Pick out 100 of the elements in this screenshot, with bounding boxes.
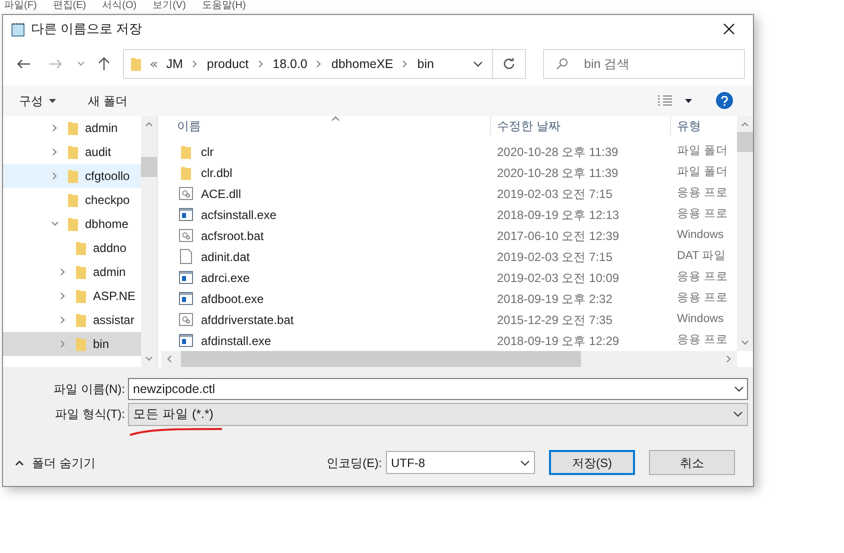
folder-icon	[75, 312, 87, 328]
folder-tree-item[interactable]: ASP.NE	[3, 284, 142, 308]
folder-tree-item[interactable]: admin	[3, 260, 142, 284]
view-options-button[interactable]	[657, 94, 692, 106]
breadcrumb[interactable]: product	[206, 54, 249, 74]
file-row[interactable]: afddriverstate.bat 2015-12-29 오전 7:35 Windows	[161, 309, 737, 330]
field-label: 파일 형식(T):	[54, 406, 126, 423]
chevron-right-icon	[315, 60, 324, 68]
file-name: afddriverstate.bat	[201, 312, 294, 328]
modified-date: 2018-09-19 오후 12:29	[496, 332, 620, 350]
folder-tree-item[interactable]: bin	[3, 332, 142, 356]
folder-name: checkpo	[85, 192, 130, 209]
scroll-up-icon	[145, 120, 154, 128]
folder-tree-item[interactable]: dbhome	[3, 212, 142, 236]
breadcrumb[interactable]: dbhomeXE	[331, 54, 394, 74]
file-row[interactable]: ACE.dll 2019-02-03 오전 7:15 응용 프로	[161, 183, 737, 204]
file-row[interactable]: acfsinstall.exe 2018-09-19 오후 12:13 응용 프로	[161, 204, 737, 225]
breadcrumb[interactable]: bin	[417, 54, 434, 74]
blank-file-icon	[180, 249, 192, 264]
folder-name: assistar	[93, 312, 134, 329]
chevron-right-icon	[51, 124, 59, 132]
file-type-dropdown[interactable]: 모든 파일 (*.*)	[128, 402, 748, 426]
file-type: 응용 프로	[676, 290, 728, 306]
menu-item[interactable]: 도움말(H)	[202, 0, 246, 12]
search-field[interactable]: bin 검색	[543, 49, 745, 79]
breadcrumb[interactable]: JM	[166, 54, 183, 74]
folder-icon	[180, 144, 192, 160]
scrollbar[interactable]	[737, 116, 753, 351]
folder-icon	[180, 164, 192, 180]
folder-icon	[67, 120, 79, 136]
file-row[interactable]: adinit.dat 2019-02-03 오전 7:15 DAT 파일	[161, 246, 737, 267]
folder-tree-item[interactable]: assistar	[3, 308, 142, 332]
modified-date: 2015-12-29 오전 7:35	[496, 312, 614, 328]
hide-folders-button[interactable]: 폴더 숨기기	[15, 454, 96, 472]
close-icon	[723, 23, 735, 35]
breadcrumb[interactable]: 18.0.0	[272, 54, 308, 74]
folder-tree-item[interactable]: audit	[3, 140, 142, 164]
scroll-right-icon	[725, 355, 733, 363]
scrollbar-thumb[interactable]	[141, 156, 157, 176]
folder-name: cfgtoollo	[85, 168, 130, 185]
forward-arrow-icon	[48, 59, 62, 69]
chevron-right-icon	[59, 268, 67, 276]
organize-button[interactable]: 구성	[19, 92, 56, 110]
dropdown-caret-icon	[520, 460, 530, 466]
scrollbar-thumb[interactable]	[737, 132, 753, 152]
file-type: 응용 프로	[676, 186, 728, 201]
file-name: afdinstall.exe	[201, 332, 272, 350]
back-arrow-icon	[17, 59, 32, 69]
folder-tree-item[interactable]: checkpo	[3, 188, 142, 212]
file-row[interactable]: acfsroot.bat 2017-06-10 오전 12:39 Windows	[161, 225, 737, 246]
program-window-icon	[179, 334, 193, 347]
menu-item[interactable]: 파일(F)	[4, 0, 37, 12]
file-row[interactable]: clr.dbl 2020-10-28 오후 11:39 파일 폴더	[161, 162, 737, 183]
file-name-field[interactable]: newzipcode.ctl	[128, 378, 748, 400]
modified-date: 2018-09-19 오후 12:13	[496, 206, 620, 224]
window-title: 다른 이름으로 저장	[31, 20, 142, 38]
file-row[interactable]: afdboot.exe 2018-09-19 오후 2:32 응용 프로	[161, 288, 737, 309]
scrollbar[interactable]	[141, 116, 157, 367]
file-name: adrci.exe	[201, 270, 250, 286]
folder-tree-item[interactable]: admin	[3, 116, 142, 140]
menu-item[interactable]: 서식(O)	[102, 0, 137, 12]
column-header[interactable]: 수정한 날짜	[491, 116, 671, 135]
file-row[interactable]: afdinstall.exe 2018-09-19 오후 12:29 응용 프로	[161, 330, 737, 351]
menu-item[interactable]: 보기(V)	[152, 0, 186, 12]
column-header[interactable]: 유형	[671, 116, 701, 135]
menu-item[interactable]: 편집(E)	[52, 0, 86, 12]
encoding-dropdown[interactable]: UTF-8	[386, 451, 535, 474]
scrollbar-thumb[interactable]	[181, 351, 581, 367]
new-folder-button[interactable]: 새 폴더	[88, 92, 128, 110]
chevron-right-icon	[256, 60, 265, 68]
file-row[interactable]: adrci.exe 2019-02-03 오전 10:09 응용 프로	[161, 267, 737, 288]
column-header[interactable]: 이름	[161, 116, 491, 135]
folder-name: ASP.NE	[93, 288, 136, 305]
scrollbar[interactable]	[161, 351, 737, 367]
gear-file-icon	[179, 313, 193, 326]
chevron-right-icon	[59, 316, 67, 324]
dropdown-caret-icon	[685, 98, 692, 102]
modified-date: 2020-10-28 오후 11:39	[496, 144, 620, 160]
folder-name: addno	[93, 240, 126, 257]
cancel-button[interactable]: 취소	[649, 450, 735, 475]
address-bar[interactable]: JM product 18.0.0 dbhomeXE bin	[123, 49, 526, 79]
folder-icon	[67, 192, 79, 208]
help-button[interactable]	[716, 92, 733, 109]
folder-icon	[75, 264, 87, 280]
modified-date: 2019-02-03 오전 7:15	[496, 186, 614, 202]
folder-icon	[67, 144, 79, 160]
folder-tree-item[interactable]: cfgtoollo	[3, 164, 142, 188]
scroll-down-icon	[741, 339, 749, 347]
file-name: afdboot.exe	[201, 290, 264, 308]
file-type: Windows	[676, 228, 724, 243]
field-label: 인코딩(E):	[326, 454, 382, 472]
chevron-right-icon	[59, 292, 67, 300]
folder-name: admin	[85, 120, 118, 137]
save-button[interactable]: 저장(S)	[549, 450, 635, 475]
file-type: DAT 파일	[676, 248, 726, 264]
dropdown-caret-icon	[733, 411, 743, 417]
folder-name: dbhome	[85, 216, 128, 233]
file-row[interactable]: clr 2020-10-28 오후 11:39 파일 폴더	[161, 141, 737, 162]
gear-file-icon	[179, 187, 193, 200]
folder-tree-item[interactable]: addno	[3, 236, 142, 260]
